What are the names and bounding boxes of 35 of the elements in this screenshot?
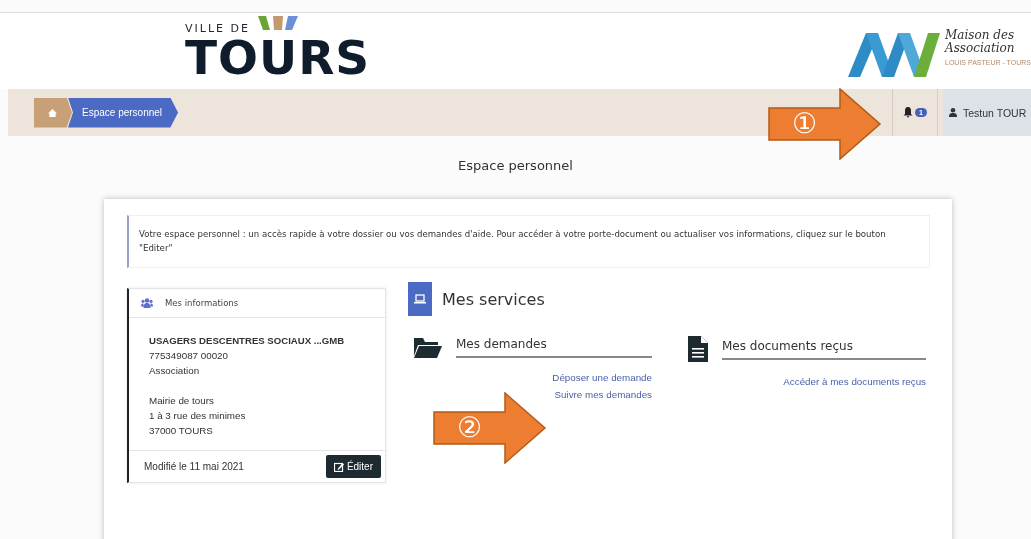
section-title: Mes services	[442, 289, 545, 309]
home-crumb[interactable]	[34, 97, 72, 128]
logo-text: Association	[945, 41, 1016, 55]
breadcrumb-link[interactable]: Espace personnel	[68, 97, 179, 128]
service-link[interactable]: Déposer une demande	[552, 372, 652, 383]
modified-date: Modifié le 11 mai 2021	[144, 461, 244, 472]
users-icon	[141, 298, 153, 308]
logo-name: TOURS	[185, 35, 371, 81]
bell-icon	[903, 107, 914, 118]
step-number: ①	[792, 108, 818, 140]
organization-name: USAGERS DESCENTRES SOCIAUX ...GMB	[149, 334, 346, 348]
service-link[interactable]: Suivre mes demandes	[554, 389, 652, 400]
logo-prefix: VILLE DE	[185, 21, 250, 35]
panel-title: Mes informations	[165, 298, 239, 308]
logo-text: Maison des	[945, 29, 1016, 42]
document-icon	[688, 336, 708, 362]
edit-icon	[333, 461, 344, 472]
user-menu[interactable]: Testun TOUR	[943, 89, 1031, 136]
user-icon	[949, 108, 957, 117]
address-text: Mairie de tours	[149, 394, 215, 408]
stripes-icon	[255, 16, 300, 30]
service-link[interactable]: Accéder à mes documents reçus	[783, 376, 926, 387]
notice-text: Votre espace personnel : un accès rapide à votre dossier ou vos demandes d'aide. Pour accéder à votre porte-document ou actualiser vos informations, cliquez sur le bouton "Editer"	[127, 215, 930, 268]
service-title: Mes documents reçus	[722, 338, 926, 360]
address-text: 37000 TOURS	[149, 424, 214, 438]
step-number: ②	[457, 412, 483, 444]
home-icon	[47, 108, 57, 117]
service-title: Mes demandes	[456, 336, 652, 358]
address-text: 1 à 3 rue des minimes	[149, 409, 247, 423]
edit-button[interactable]: Éditer	[325, 455, 381, 478]
folder-icon	[414, 336, 442, 358]
info-text: 775349087 00020	[149, 349, 229, 363]
laptop-icon	[408, 282, 432, 316]
info-text: Association	[149, 364, 201, 378]
page-title: Espace personnel	[457, 158, 574, 175]
